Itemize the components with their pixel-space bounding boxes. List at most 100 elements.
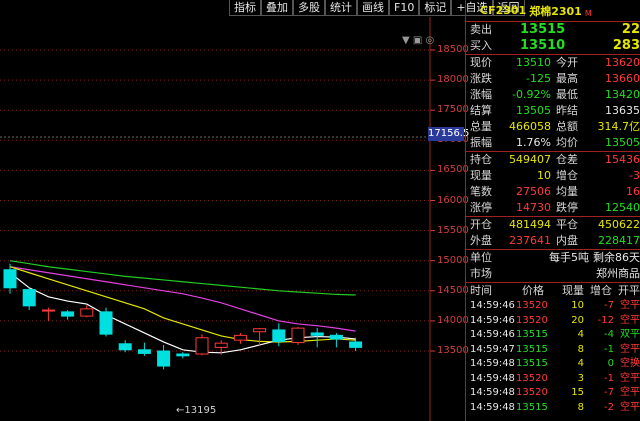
candle bbox=[329, 332, 343, 348]
field-label: 持仓 bbox=[470, 153, 492, 166]
kline-chart[interactable]: 1850018000175001700016500160001550015000… bbox=[0, 17, 469, 421]
quote-row: 现价 13510 今开 13620 bbox=[466, 55, 640, 71]
field-label: 总额 bbox=[556, 120, 578, 133]
trade-list[interactable]: 14:59:46 13520 10 -7 空平 14:59:46 13520 20 -12 空平 1… bbox=[466, 299, 640, 415]
side-label: 买入 bbox=[470, 39, 492, 52]
candle bbox=[176, 352, 190, 359]
field-label: 均量 bbox=[556, 185, 578, 198]
trade-type: 空平 bbox=[620, 343, 640, 355]
trade-type: 空平 bbox=[620, 387, 640, 398]
trade-oi-change: -1 bbox=[604, 343, 614, 355]
trade-table-header: 时间 价格 现量 增仓 开平 bbox=[466, 283, 640, 299]
trade-volume: 10 bbox=[571, 300, 584, 311]
trade-time: 14:59:48 bbox=[470, 372, 515, 384]
contract-title: CF2301 郑棉2301 M bbox=[466, 0, 640, 22]
candle bbox=[41, 307, 55, 321]
ask-row[interactable]: 卖出 13515 22 bbox=[466, 22, 640, 38]
trade-time: 14:59:48 bbox=[470, 387, 515, 398]
candle bbox=[157, 344, 171, 370]
field-value: 13660 bbox=[605, 72, 640, 85]
days-remaining: 剩余86天 bbox=[593, 251, 640, 264]
low-price-marker: ←13195 bbox=[176, 405, 217, 416]
quote-row: 总量 466058 总额 314.7亿 bbox=[466, 119, 640, 135]
field-label: 最低 bbox=[556, 88, 578, 101]
toolbar-button-3[interactable]: 统计 bbox=[325, 0, 357, 16]
field-label: 最高 bbox=[556, 72, 578, 85]
trade-row: 14:59:46 13520 10 -7 空平 bbox=[466, 299, 640, 314]
field-value: 450622 bbox=[598, 218, 640, 231]
field-label: 总量 bbox=[470, 120, 492, 133]
chart-settings-icon[interactable]: ▼ ▣ ◎ bbox=[402, 35, 434, 46]
quote-section: 现价 13510 今开 13620 涨跌 -125 最高 13660 涨幅 -0.92% 最低 134… bbox=[466, 55, 640, 152]
trade-price: 13520 bbox=[516, 387, 548, 398]
trade-col-header: 开平 bbox=[618, 284, 640, 297]
side-volume: 283 bbox=[612, 38, 640, 53]
bid-ask-section: 卖出 13515 22 买入 13510 283 bbox=[466, 22, 640, 55]
trade-row: 14:59:46 13515 4 -4 双平 bbox=[466, 328, 640, 343]
toolbar-button-6[interactable]: 标记 bbox=[419, 0, 452, 16]
trade-time: 14:59:47 bbox=[470, 343, 515, 355]
trade-volume: 8 bbox=[577, 343, 584, 355]
toolbar-button-4[interactable]: 画线 bbox=[357, 0, 389, 16]
candle bbox=[291, 326, 305, 345]
field-label: 今开 bbox=[556, 56, 578, 69]
toolbar-button-1[interactable]: 叠加 bbox=[261, 0, 293, 16]
y-tick-label: 16500 bbox=[437, 164, 469, 176]
field-value: 13510 bbox=[516, 56, 551, 69]
trade-row: 14:59:46 13520 20 -12 空平 bbox=[466, 314, 640, 329]
y-tick-label: 15000 bbox=[437, 254, 469, 266]
trade-row: 14:59:48 13520 15 -7 空平 bbox=[466, 386, 640, 401]
field-label: 均价 bbox=[556, 136, 578, 149]
quote-row: 结算 13505 昨结 13635 bbox=[466, 103, 640, 119]
field-value: 13505 bbox=[605, 136, 640, 149]
candle bbox=[22, 287, 36, 311]
unit-value: 每手5吨 bbox=[549, 251, 589, 264]
contract-code: CF2301 bbox=[480, 4, 527, 17]
y-tick-label: 14500 bbox=[437, 284, 469, 296]
quote-row: 持仓 549407 仓差 15436 bbox=[466, 152, 640, 168]
trade-type: 双平 bbox=[620, 329, 640, 340]
trade-oi-change: -7 bbox=[604, 300, 614, 311]
trade-time: 14:59:48 bbox=[470, 358, 515, 369]
field-value: 481494 bbox=[509, 218, 551, 231]
field-label: 内盘 bbox=[556, 234, 578, 247]
trade-time: 14:59:46 bbox=[470, 300, 515, 311]
unit-label: 单位 bbox=[470, 251, 492, 264]
candle bbox=[195, 334, 209, 356]
candle bbox=[118, 340, 132, 353]
toolbar-button-5[interactable]: F10 bbox=[389, 0, 420, 16]
field-value: 466058 bbox=[509, 120, 551, 133]
trade-oi-change: -1 bbox=[604, 372, 614, 384]
trade-volume: 15 bbox=[571, 387, 584, 398]
field-label: 现价 bbox=[470, 56, 492, 69]
trade-time: 14:59:46 bbox=[470, 329, 515, 340]
trade-type: 空平 bbox=[620, 401, 640, 413]
trade-row: 14:59:48 13515 4 0 空换 bbox=[466, 357, 640, 372]
field-label: 振幅 bbox=[470, 136, 492, 149]
field-label: 仓差 bbox=[556, 153, 578, 166]
quote-row: 现量 10 增仓 -3 bbox=[466, 168, 640, 184]
toolbar-button-2[interactable]: 多股 bbox=[293, 0, 325, 16]
field-label: 外盘 bbox=[470, 234, 492, 247]
toolbar-button-0[interactable]: 指标 bbox=[229, 0, 261, 16]
trade-type: 空平 bbox=[620, 314, 640, 326]
y-tick-label: 16000 bbox=[437, 194, 469, 206]
y-tick-label: 15500 bbox=[437, 224, 469, 236]
trade-price: 13515 bbox=[516, 329, 548, 340]
field-value: 10 bbox=[537, 169, 551, 182]
quote-row: 涨停 14730 跌停 12540 bbox=[466, 200, 640, 216]
trade-price: 13515 bbox=[516, 401, 548, 413]
field-label: 昨结 bbox=[556, 104, 578, 117]
market-label: 市场 bbox=[470, 267, 492, 280]
market-badge: M bbox=[584, 9, 592, 18]
y-tick-label: 13500 bbox=[437, 345, 469, 356]
bid-row[interactable]: 买入 13510 283 bbox=[466, 38, 640, 54]
candle bbox=[233, 332, 247, 344]
quote-row: 涨幅 -0.92% 最低 13420 bbox=[466, 87, 640, 103]
trade-price: 13520 bbox=[516, 372, 548, 384]
field-label: 开仓 bbox=[470, 218, 492, 231]
field-value: -125 bbox=[526, 72, 551, 85]
open-close-section: 开仓 481494 平仓 450622 外盘 237641 内盘 228417 bbox=[466, 217, 640, 250]
trade-col-header: 时间 bbox=[470, 284, 492, 297]
trade-oi-change: 0 bbox=[607, 358, 614, 369]
